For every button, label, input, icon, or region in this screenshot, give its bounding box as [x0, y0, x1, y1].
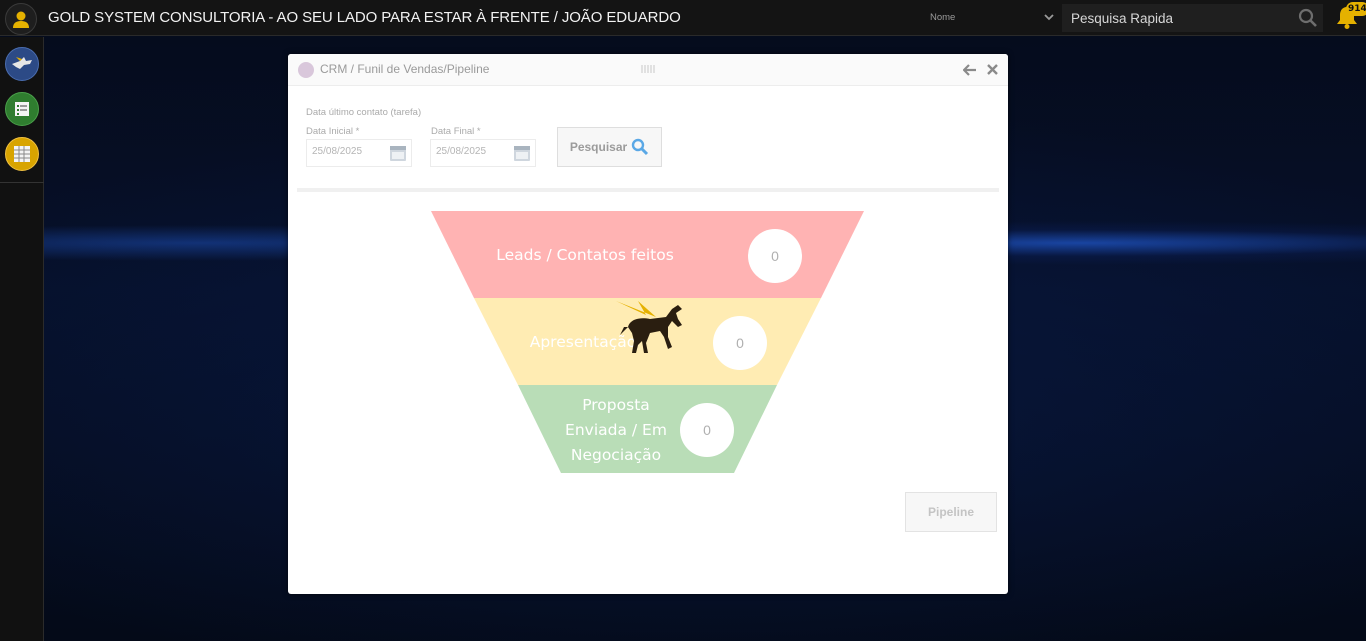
funnel-stage-count[interactable]: 0: [748, 229, 802, 283]
sidebar-item-list[interactable]: [5, 92, 39, 126]
user-avatar[interactable]: [5, 3, 37, 35]
pegasus-logo-icon: [616, 301, 682, 353]
pegasus-icon: [12, 57, 32, 69]
list-icon: [15, 102, 29, 116]
app-title: GOLD SYSTEM CONSULTORIA - AO SEU LADO PA…: [48, 9, 681, 26]
sidebar-divider: [0, 182, 44, 183]
quick-search-input[interactable]: [1071, 8, 1291, 28]
funnel-stage-label: Proposta Enviada / Em Negociação: [565, 396, 667, 464]
sidebar-item-grid[interactable]: [5, 137, 39, 171]
funnel-stage-count[interactable]: 0: [680, 403, 734, 457]
sidebar: [0, 37, 44, 641]
chevron-down-icon[interactable]: [1043, 11, 1055, 23]
sidebar-item-home[interactable]: [5, 47, 39, 81]
pipeline-button[interactable]: Pipeline: [905, 492, 997, 532]
top-bar: GOLD SYSTEM CONSULTORIA - AO SEU LADO PA…: [0, 0, 1366, 36]
funnel-stage-count[interactable]: 0: [713, 316, 767, 370]
search-type-select[interactable]: Nome: [930, 12, 955, 23]
search-icon[interactable]: [1298, 8, 1318, 28]
grid-icon: [14, 146, 30, 162]
user-icon: [13, 11, 29, 28]
funnel-stage-label: Leads / Contatos feitos: [496, 246, 674, 264]
notification-badge: 914: [1346, 2, 1366, 16]
crm-funnel-window: CRM / Funil de Vendas/Pipeline Data últi…: [288, 54, 1008, 594]
